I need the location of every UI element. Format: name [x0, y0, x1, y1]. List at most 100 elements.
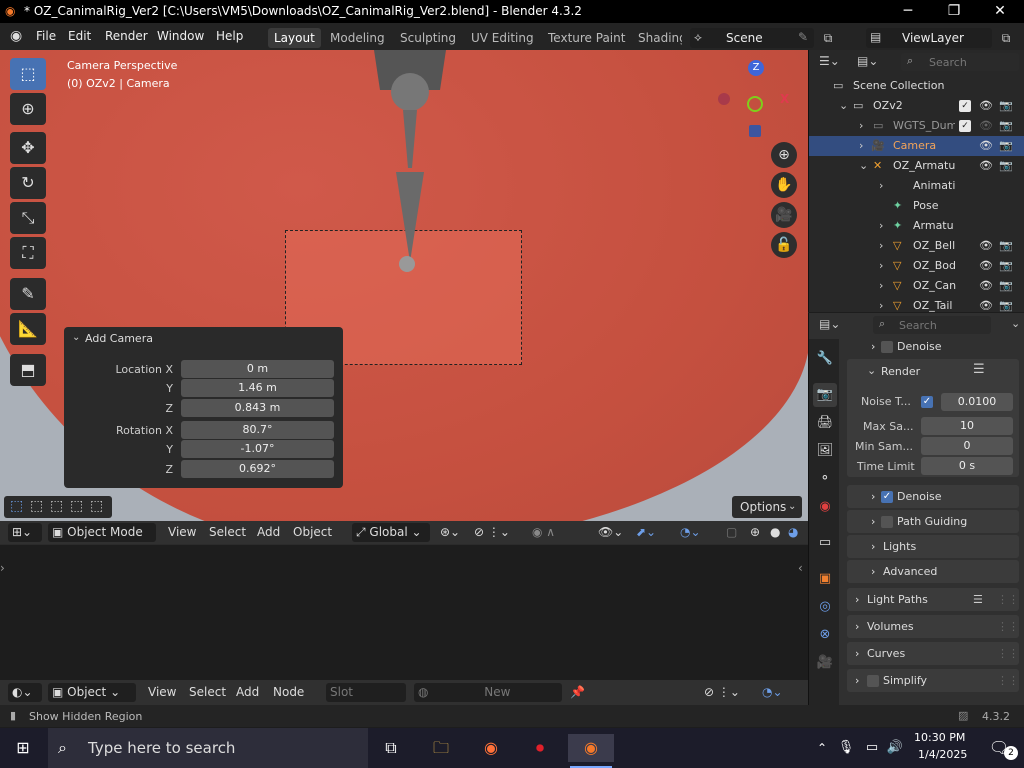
select-subtract-icon[interactable]: ⬚: [50, 498, 63, 514]
wireframe-shading-icon[interactable]: ⊕: [750, 523, 760, 542]
camera-render-icon[interactable]: 📷: [999, 156, 1013, 176]
slot-dropdown[interactable]: Slot: [326, 683, 406, 702]
outliner-row[interactable]: › Animati: [809, 176, 1024, 196]
max-samples-field[interactable]: 10: [921, 417, 1013, 435]
chevron-right-icon[interactable]: ›: [879, 276, 883, 296]
volume-icon[interactable]: 🔊: [884, 734, 906, 762]
outliner-row[interactable]: › ✦ Armatu: [809, 216, 1024, 236]
world-tab-icon[interactable]: ◉: [813, 495, 837, 519]
new-scene-icon[interactable]: ⧉: [818, 28, 838, 48]
camera-render-icon[interactable]: 📷: [999, 276, 1013, 296]
view-layer-selector[interactable]: ▤ ViewLayer: [866, 28, 992, 48]
network-icon[interactable]: ▭: [860, 734, 884, 762]
object-tab-icon[interactable]: ▣: [813, 567, 837, 591]
chevron-right-icon[interactable]: ›: [871, 334, 875, 359]
file-explorer-icon[interactable]: 🗀: [422, 734, 460, 762]
simplify-panel[interactable]: › Simplify ⋮⋮: [847, 669, 1019, 692]
properties-search-input[interactable]: Search: [899, 319, 937, 332]
light-paths-panel[interactable]: › Light Paths ☰ ⋮⋮: [847, 588, 1019, 611]
properties-search[interactable]: ⌕ Search: [873, 316, 991, 334]
chevron-down-icon[interactable]: ⌄: [1011, 317, 1020, 330]
path-guiding-checkbox[interactable]: [881, 516, 893, 528]
eye-icon[interactable]: 👁: [979, 256, 993, 276]
path-guiding-row[interactable]: › Path Guiding: [847, 510, 1019, 533]
chevron-right-icon[interactable]: ›: [855, 615, 859, 638]
measure-tool[interactable]: 📐: [10, 313, 46, 345]
select-extend-icon[interactable]: ⬚: [30, 498, 43, 514]
menu-render[interactable]: Render: [105, 28, 148, 45]
outliner-row[interactable]: › ▽ OZ_Tail 👁 📷: [809, 296, 1024, 312]
tab-texture-paint[interactable]: Texture Paint: [542, 28, 631, 48]
annotate-tool[interactable]: ✎: [10, 278, 46, 310]
min-samples-field[interactable]: 0: [921, 437, 1013, 455]
task-view-icon[interactable]: ⧉: [372, 734, 410, 762]
windows-start-icon[interactable]: ⊞: [4, 734, 42, 762]
drag-handle-icon[interactable]: ⋮⋮: [997, 642, 1019, 665]
render-label[interactable]: Render: [881, 365, 920, 378]
rotate-tool[interactable]: ↻: [10, 167, 46, 199]
noise-threshold-field[interactable]: 0.0100: [941, 393, 1013, 411]
chevron-right-icon[interactable]: ›: [855, 669, 859, 692]
object-mode-dropdown[interactable]: ▣ Object Mode ⌄: [48, 523, 156, 558]
chevron-right-icon[interactable]: ›: [879, 216, 883, 236]
collection-checkbox[interactable]: ✓: [959, 100, 971, 112]
presets-list-icon[interactable]: ☰: [973, 362, 985, 377]
solid-shading-icon[interactable]: ●: [770, 523, 780, 542]
gizmo-x-axis[interactable]: X: [780, 92, 789, 106]
advanced-row[interactable]: › Advanced: [847, 560, 1019, 583]
tab-modeling[interactable]: Modeling: [324, 28, 391, 48]
rotation-z-field[interactable]: 0.692°: [181, 460, 334, 478]
chevron-up-icon[interactable]: ⌃: [810, 734, 834, 762]
drag-handle-icon[interactable]: ⋮⋮: [997, 615, 1019, 638]
scene-tab-icon[interactable]: ⚬: [813, 467, 837, 491]
overlays-icon[interactable]: ◔⌄: [680, 523, 701, 542]
chevron-down-icon[interactable]: ⌄: [859, 156, 868, 176]
gizmo-z-axis[interactable]: Z: [748, 60, 764, 76]
new-view-layer-icon[interactable]: ⧉: [996, 28, 1016, 48]
transform-tool[interactable]: ⛶: [10, 237, 46, 269]
chevron-right-icon[interactable]: ›: [879, 176, 883, 196]
tool-tab-icon[interactable]: 🔧: [813, 347, 837, 371]
select-invert-icon[interactable]: ⬚: [70, 498, 83, 514]
eye-icon[interactable]: 👁: [979, 156, 993, 176]
outliner-search-input[interactable]: Search: [929, 56, 967, 69]
microphone-icon[interactable]: 🎙: [836, 734, 856, 762]
chevron-right-icon[interactable]: ›: [855, 588, 859, 611]
eye-icon[interactable]: 👁: [979, 236, 993, 256]
material-shading-icon[interactable]: ◕: [788, 523, 798, 542]
close-button[interactable]: ✕: [977, 0, 1023, 23]
chevron-right-icon[interactable]: ›: [871, 485, 875, 508]
cursor-tool[interactable]: ⊕: [10, 93, 46, 125]
pan-hand-icon[interactable]: ✋: [771, 172, 797, 198]
expand-sidebar-icon[interactable]: ‹: [798, 561, 803, 575]
options-dropdown[interactable]: Options ⌄: [732, 496, 802, 518]
chevron-right-icon[interactable]: ›: [855, 642, 859, 665]
maximize-button[interactable]: ❐: [931, 0, 977, 23]
outliner-row[interactable]: › ▽ OZ_Can 👁 📷: [809, 276, 1024, 296]
scene-selector[interactable]: ⟡ Scene ✎: [690, 28, 814, 48]
lights-row[interactable]: › Lights: [847, 535, 1019, 558]
chevron-down-icon[interactable]: ⌄: [867, 364, 876, 377]
eye-icon[interactable]: 👁: [979, 96, 993, 116]
node-editor-area[interactable]: › ‹: [0, 544, 808, 680]
menu-add[interactable]: Add: [257, 523, 280, 542]
proportional-edit-icon[interactable]: ◉ ∧: [532, 523, 555, 542]
curves-panel[interactable]: › Curves ⋮⋮: [847, 642, 1019, 665]
taskbar-search-input[interactable]: Type here to search: [88, 728, 235, 768]
eye-icon[interactable]: 👁: [979, 276, 993, 296]
outliner-row[interactable]: › 🎥 Camera 👁 📷: [809, 136, 1024, 156]
menu-add[interactable]: Add: [236, 683, 259, 702]
eye-icon[interactable]: 👁: [979, 296, 993, 312]
3d-viewport[interactable]: Camera Perspective (0) OZv2 | Camera ⬚ ⊕…: [0, 50, 808, 522]
output-tab-icon[interactable]: 🖨: [813, 411, 837, 435]
drag-handle-icon[interactable]: ⋮⋮: [997, 669, 1019, 692]
physics-tab-icon[interactable]: ◎: [813, 595, 837, 619]
editor-type-icon[interactable]: ◐⌄: [8, 683, 42, 702]
camera-render-icon[interactable]: 📷: [999, 236, 1013, 256]
tab-shading[interactable]: Shading: [632, 28, 682, 48]
select-intersect-icon[interactable]: ⬚: [90, 498, 103, 514]
view-layer-tab-icon[interactable]: 🖼: [813, 439, 837, 463]
noise-threshold-checkbox[interactable]: ✓: [921, 396, 933, 408]
eye-icon[interactable]: 👁: [979, 136, 993, 156]
chevron-right-icon[interactable]: ›: [879, 236, 883, 256]
